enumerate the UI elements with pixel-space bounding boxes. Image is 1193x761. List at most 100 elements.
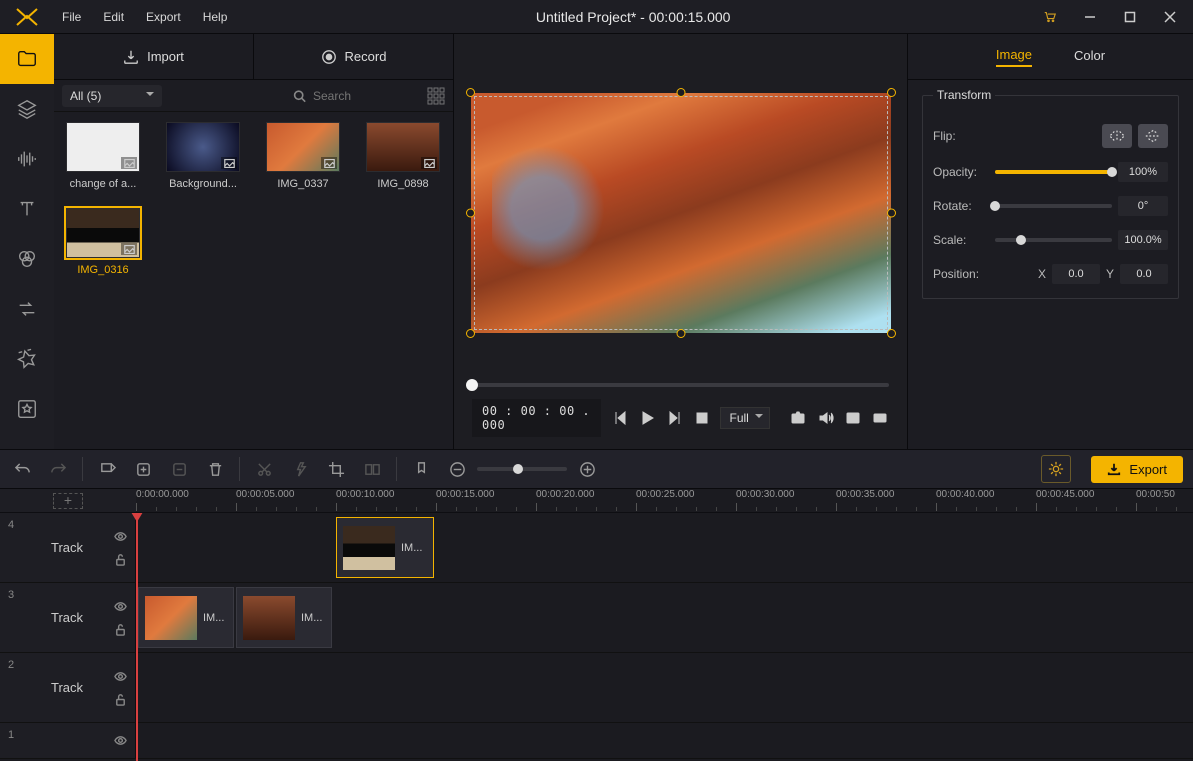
preview-frame[interactable]: [471, 93, 891, 333]
add-track-button[interactable]: +: [53, 493, 83, 509]
volume-button[interactable]: [817, 407, 834, 429]
rail-favorites-button[interactable]: [0, 384, 54, 434]
rotate-slider[interactable]: [995, 204, 1112, 208]
track-lane[interactable]: [136, 653, 1193, 722]
track-header: 2 Track: [0, 653, 136, 722]
tab-image[interactable]: Image: [996, 47, 1032, 67]
scrub-bar[interactable]: [454, 375, 907, 395]
media-item[interactable]: IMG_0337: [264, 122, 342, 190]
speed-button[interactable]: [288, 457, 312, 481]
delete-button[interactable]: [203, 457, 227, 481]
zoom-knob[interactable]: [513, 464, 523, 474]
position-label: Position:: [933, 267, 989, 281]
resize-handle[interactable]: [676, 88, 685, 97]
media-item[interactable]: IMG_0316: [64, 208, 142, 276]
remove-marker-button[interactable]: [167, 457, 191, 481]
group-button[interactable]: [360, 457, 384, 481]
menu-help[interactable]: Help: [195, 6, 236, 28]
track-row: 3 Track IM... IM...: [0, 583, 1193, 653]
lock-icon[interactable]: [114, 693, 127, 706]
minimize-button[interactable]: [1071, 2, 1109, 32]
next-frame-button[interactable]: [666, 407, 683, 429]
visibility-icon[interactable]: [114, 600, 127, 613]
pos-x-input[interactable]: 0.0: [1052, 264, 1100, 284]
rail-audio-button[interactable]: [0, 134, 54, 184]
rail-layers-button[interactable]: [0, 84, 54, 134]
scale-slider[interactable]: [995, 238, 1112, 242]
timeline-clip[interactable]: IM...: [138, 587, 234, 648]
timeline-clip[interactable]: IM...: [236, 587, 332, 648]
visibility-icon[interactable]: [114, 530, 127, 543]
rotate-value[interactable]: 0°: [1118, 196, 1168, 216]
cart-icon[interactable]: [1031, 2, 1069, 32]
track-lane[interactable]: [136, 723, 1193, 758]
flip-vertical-button[interactable]: [1138, 124, 1168, 148]
separator: [239, 457, 240, 481]
rail-effects-button[interactable]: [0, 234, 54, 284]
resize-handle[interactable]: [466, 208, 475, 217]
zoom-slider[interactable]: [477, 467, 567, 471]
record-button[interactable]: Record: [253, 34, 453, 79]
redo-button[interactable]: [46, 457, 70, 481]
preview-area[interactable]: [454, 34, 907, 375]
resize-handle[interactable]: [887, 208, 896, 217]
track-lane[interactable]: IM... IM...: [136, 583, 1193, 652]
snapshot-button[interactable]: [790, 407, 807, 429]
grid-view-button[interactable]: [427, 87, 445, 105]
fullscreen-button[interactable]: [872, 407, 889, 429]
timeline-settings-button[interactable]: [1041, 455, 1071, 483]
play-button[interactable]: [639, 407, 656, 429]
playhead[interactable]: [136, 513, 138, 761]
image-icon: [421, 157, 437, 169]
menu-edit[interactable]: Edit: [95, 6, 132, 28]
resize-handle[interactable]: [676, 329, 685, 338]
close-button[interactable]: [1151, 2, 1189, 32]
rail-transitions-button[interactable]: [0, 284, 54, 334]
tab-color[interactable]: Color: [1074, 48, 1105, 66]
undo-button[interactable]: [10, 457, 34, 481]
flip-horizontal-button[interactable]: [1102, 124, 1132, 148]
mark-in-button[interactable]: [95, 457, 119, 481]
zoom-in-button[interactable]: [575, 457, 599, 481]
cut-button[interactable]: [252, 457, 276, 481]
aspect-button[interactable]: [844, 407, 861, 429]
opacity-slider[interactable]: [995, 170, 1112, 174]
rail-text-button[interactable]: [0, 184, 54, 234]
pos-y-input[interactable]: 0.0: [1120, 264, 1168, 284]
stop-button[interactable]: [693, 407, 710, 429]
menu-file[interactable]: File: [54, 6, 89, 28]
zoom-out-button[interactable]: [445, 457, 469, 481]
prev-frame-button[interactable]: [611, 407, 628, 429]
media-filter-dropdown[interactable]: All (5): [62, 85, 162, 107]
rail-elements-button[interactable]: [0, 334, 54, 384]
opacity-value[interactable]: 100%: [1118, 162, 1168, 182]
marker-button[interactable]: [409, 457, 433, 481]
crop-button[interactable]: [324, 457, 348, 481]
resize-handle[interactable]: [466, 88, 475, 97]
track-lane[interactable]: IM...: [136, 513, 1193, 582]
export-button[interactable]: Export: [1091, 456, 1183, 483]
rail-media-button[interactable]: [0, 34, 54, 84]
scale-dropdown[interactable]: Full: [720, 407, 769, 429]
media-item[interactable]: Background...: [164, 122, 242, 190]
add-marker-button[interactable]: [131, 457, 155, 481]
media-item[interactable]: change of a...: [64, 122, 142, 190]
image-icon: [121, 157, 137, 169]
media-item[interactable]: IMG_0898: [364, 122, 442, 190]
lock-icon[interactable]: [114, 553, 127, 566]
timeline-ruler[interactable]: 0:00:00.00000:00:05.00000:00:10.00000:00…: [136, 489, 1193, 512]
resize-handle[interactable]: [887, 329, 896, 338]
media-search-input[interactable]: [287, 85, 417, 107]
visibility-icon[interactable]: [114, 734, 127, 747]
scrub-knob[interactable]: [466, 379, 478, 391]
resize-handle[interactable]: [887, 88, 896, 97]
import-button[interactable]: Import: [54, 34, 253, 79]
timeline-clip[interactable]: IM...: [336, 517, 434, 578]
lock-icon[interactable]: [114, 623, 127, 636]
visibility-icon[interactable]: [114, 670, 127, 683]
ruler-tick: 00:00:25.000: [636, 489, 694, 500]
menu-export[interactable]: Export: [138, 6, 189, 28]
maximize-button[interactable]: [1111, 2, 1149, 32]
resize-handle[interactable]: [466, 329, 475, 338]
scale-value[interactable]: 100.0%: [1118, 230, 1168, 250]
